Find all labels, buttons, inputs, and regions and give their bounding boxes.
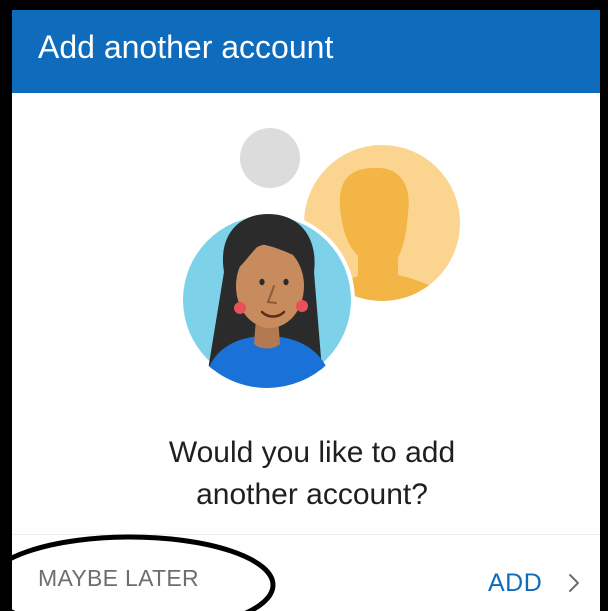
divider (12, 534, 600, 535)
question-line-2: another account? (196, 478, 428, 511)
screen: Add another account Would you like to ad… (0, 0, 608, 611)
dialog-question: Would you like to add another account? (12, 432, 600, 516)
add-button[interactable]: ADD (488, 563, 580, 603)
placeholder-avatar-icon (240, 128, 300, 188)
primary-person-avatar-icon (179, 212, 355, 388)
add-button-label: ADD (488, 568, 543, 597)
people-accounts-illustration (179, 128, 460, 388)
add-account-dialog: Add another account Would you like to ad… (12, 10, 600, 611)
maybe-later-button[interactable]: MAYBE LATER (38, 565, 199, 592)
chevron-right-icon (569, 574, 580, 592)
question-line-1: Would you like to add (168, 436, 456, 469)
